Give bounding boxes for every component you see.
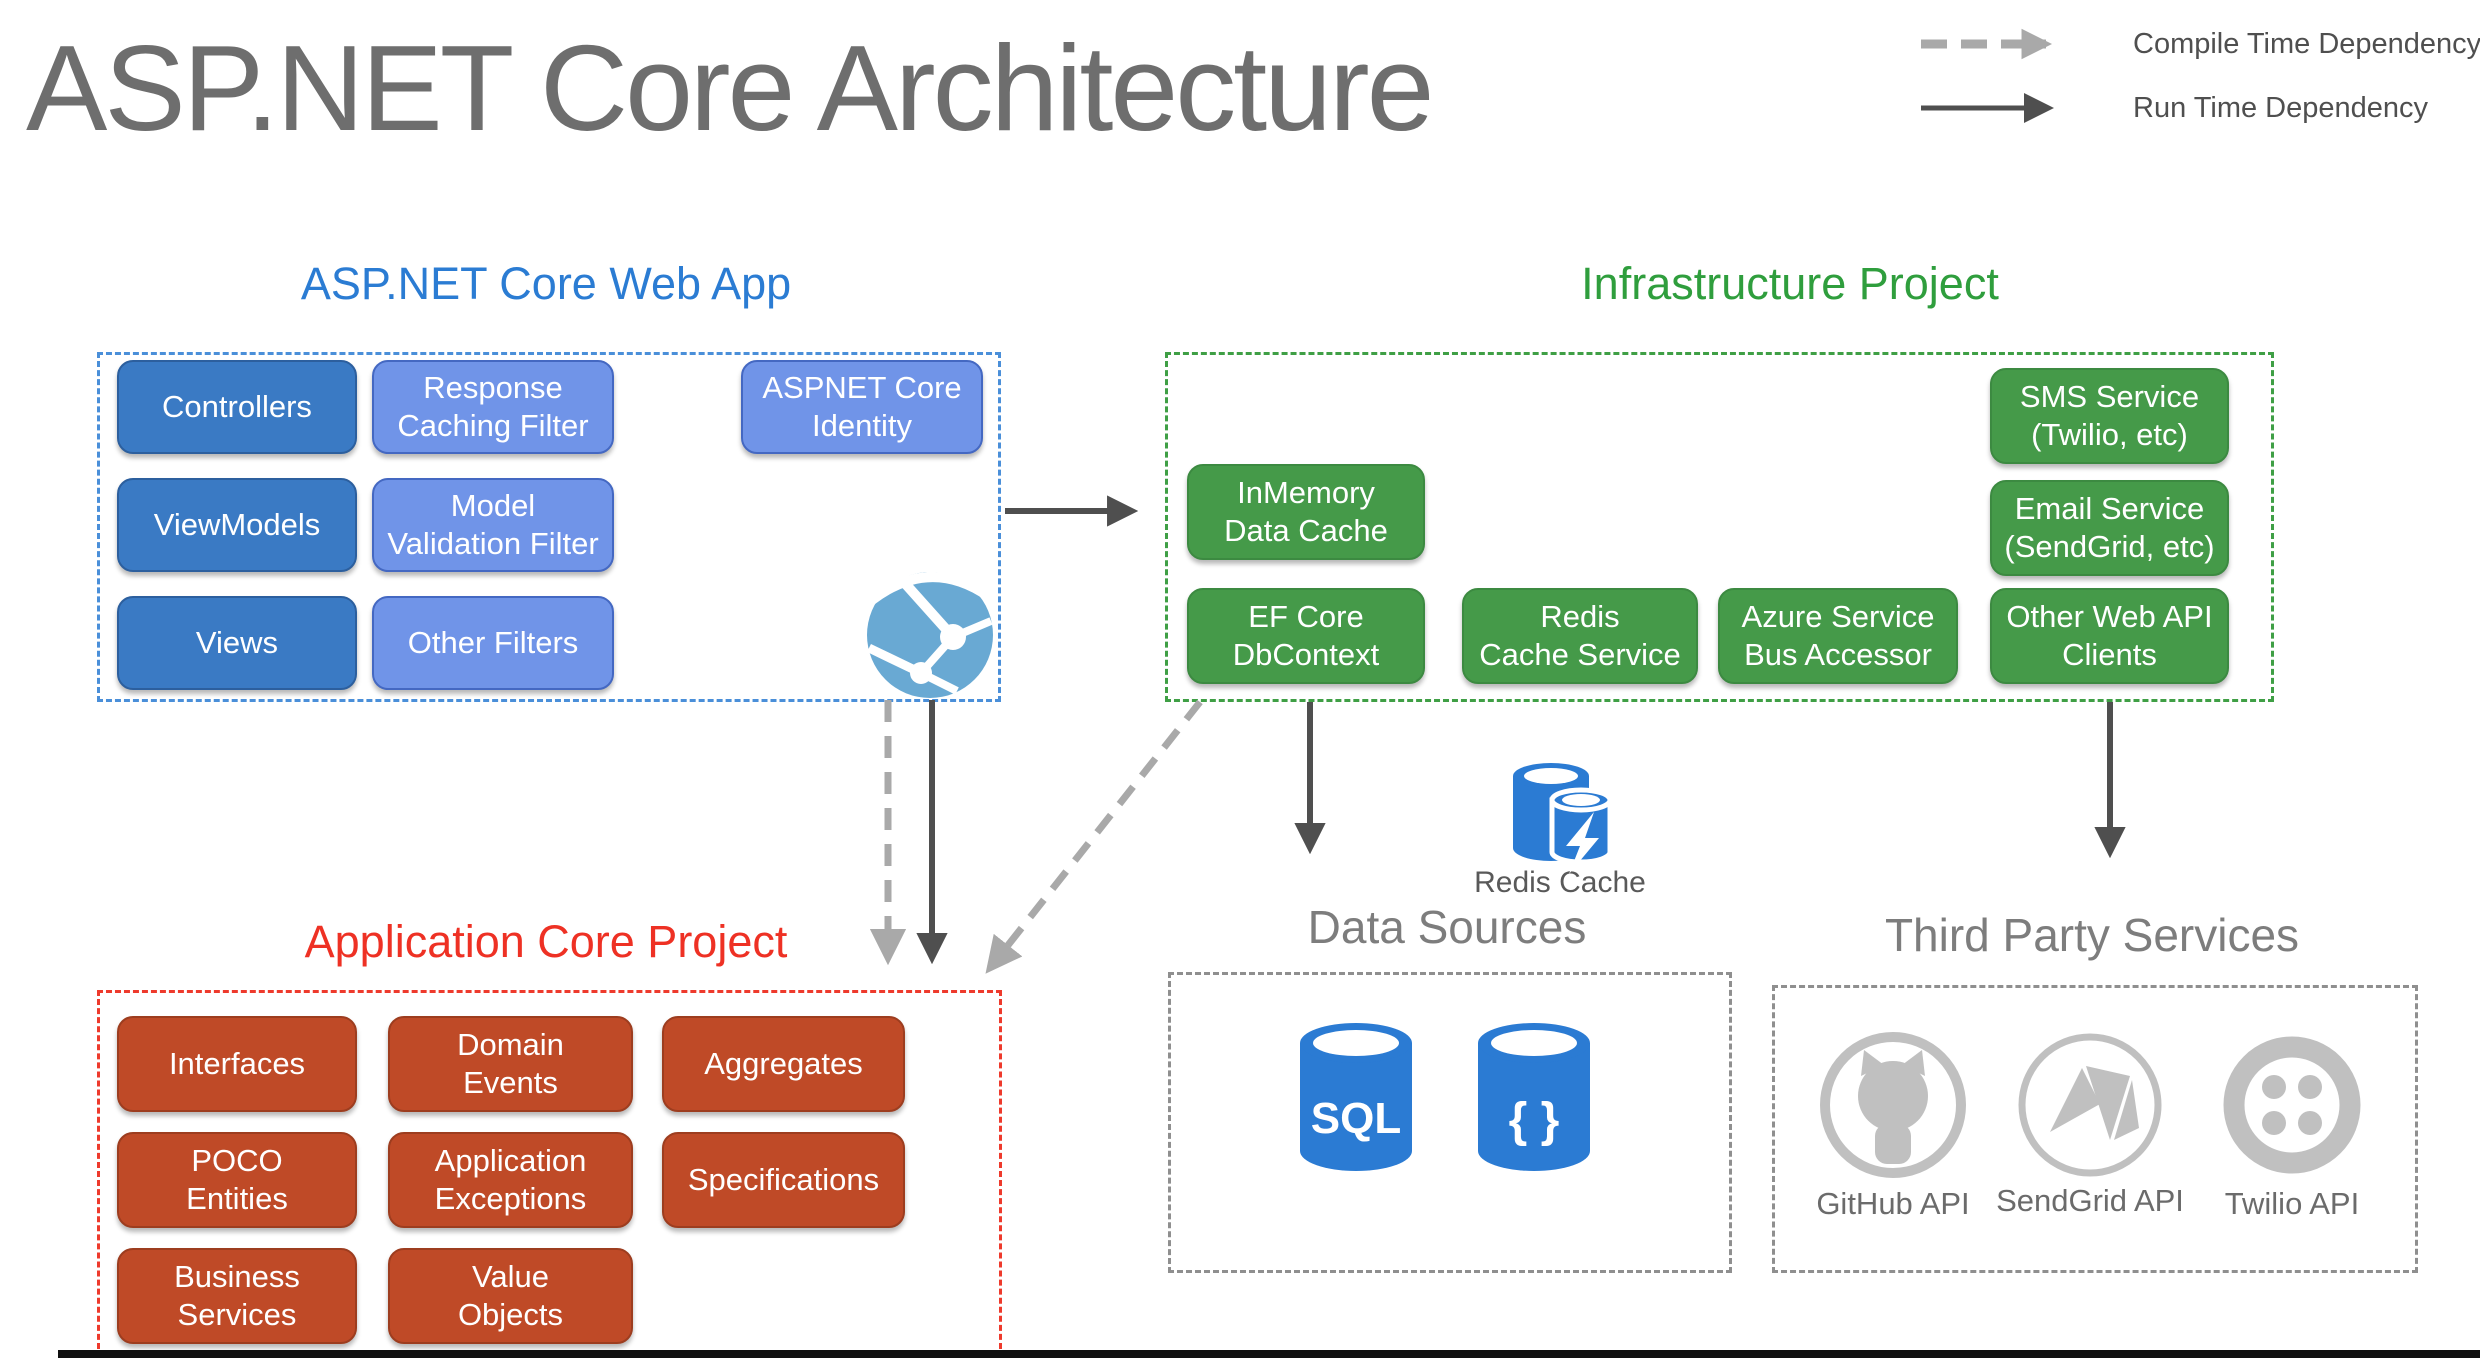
web-globe-icon <box>867 572 993 698</box>
sql-icon-label: SQL <box>1311 1094 1401 1143</box>
redis-cache-icon <box>1513 763 1610 874</box>
sendgrid-icon <box>2022 1037 2158 1173</box>
sql-database-icon: SQL <box>1300 1023 1412 1171</box>
arrow-infrastructure-to-appcore <box>990 702 1200 968</box>
diagram-overlay: SQL { } <box>0 0 2480 1358</box>
twilio-icon <box>2234 1047 2350 1163</box>
github-icon <box>1825 1037 1961 1173</box>
json-icon-label: { } <box>1509 1094 1560 1147</box>
json-database-icon: { } <box>1478 1023 1590 1171</box>
